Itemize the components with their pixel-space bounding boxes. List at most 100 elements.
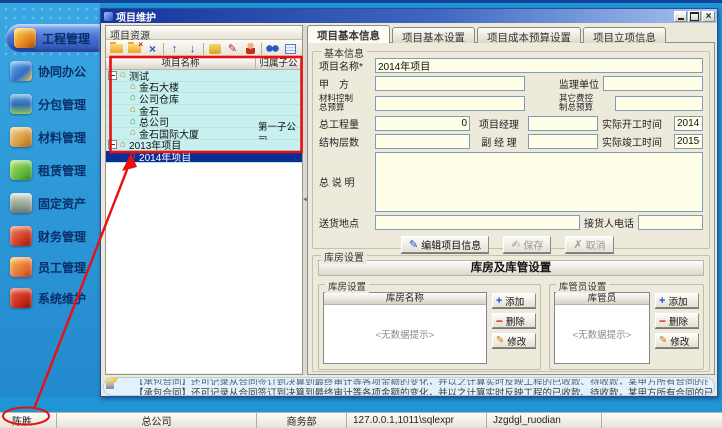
description-field[interactable] <box>375 152 703 212</box>
staff-icon <box>10 257 32 277</box>
delivery-place-field[interactable] <box>375 215 580 230</box>
no-data-text: <无数据提示> <box>555 305 649 363</box>
other-budget-field[interactable] <box>615 96 703 111</box>
user-icon[interactable] <box>243 42 258 56</box>
cut-folder-icon[interactable] <box>127 42 142 56</box>
supervisor-field[interactable] <box>603 76 703 91</box>
view-icon[interactable] <box>283 42 298 56</box>
cancel-x-icon: ✗ <box>573 238 582 251</box>
actual-end-field[interactable] <box>674 134 703 149</box>
keeper-add-button[interactable]: +添加 <box>655 293 699 308</box>
description-label: 总 说 明 <box>319 174 371 189</box>
total-quantity-field[interactable] <box>375 116 470 131</box>
warehouse-group: 库房设置 库房及库管设置 库房设置 库房名称 <无数据提示> +添加 <box>312 255 710 372</box>
group-title: 基本信息 <box>321 45 367 60</box>
party-a-label: 甲 方 <box>319 76 371 91</box>
project-name-label: 项目名称* <box>319 58 371 73</box>
sidebar-item-lease[interactable]: 租赁管理 <box>0 156 100 184</box>
collapse-icon[interactable] <box>108 140 117 149</box>
structure-floors-field[interactable] <box>375 134 470 149</box>
minimize-button[interactable] <box>674 11 687 22</box>
panel-header: 项目资源 <box>106 26 302 40</box>
find-icon[interactable] <box>265 42 280 56</box>
sidebar-item-material[interactable]: 材料管理 <box>0 123 100 151</box>
toolbar-separator <box>261 43 262 55</box>
project-maintenance-dialog: 项目维护 项目资源 × ↑ ↓ ✎ <box>100 8 718 397</box>
deputy-manager-field[interactable] <box>528 134 598 149</box>
material-icon <box>10 127 32 147</box>
close-button[interactable] <box>702 11 715 22</box>
tree-row[interactable]: ⌂ 金石 <box>106 105 302 117</box>
tip-line: 【承包合同】还可记录从合同签订到决算到最终审计等各项金额的变化，并以之计算实时反… <box>134 385 708 396</box>
warehouse-table[interactable]: 库房名称 <无数据提示> <box>323 292 487 364</box>
edit-pen-icon[interactable]: ✎ <box>225 42 240 56</box>
keeper-column-header: 库管员 <box>555 293 649 305</box>
receiver-phone-field[interactable] <box>638 215 703 230</box>
keeper-delete-button[interactable]: −删除 <box>655 313 699 328</box>
edit-project-button[interactable]: ✎ 编辑项目信息 <box>401 236 489 253</box>
cancel-button[interactable]: ✗ 取消 <box>565 236 613 253</box>
dialog-titlebar[interactable]: 项目维护 <box>101 9 717 23</box>
structure-floors-label: 结构层数 <box>319 134 371 149</box>
keeper-settings-group: 库管员设置 库管员 <无数据提示> +添加 − <box>549 284 704 370</box>
warehouse-settings-group: 库房设置 库房名称 <无数据提示> +添加 − <box>318 284 541 370</box>
tree-row[interactable]: ⌂ 公司仓库 <box>106 93 302 105</box>
lease-icon <box>10 160 32 180</box>
tab-basic-info[interactable]: 项目基本信息 <box>307 25 390 43</box>
edit-pen-icon: ✎ <box>409 238 418 251</box>
sidebar-item-label: 材料管理 <box>38 129 86 146</box>
project-name-field[interactable] <box>375 58 703 73</box>
sidebar-item-system[interactable]: 系统维护 <box>0 284 100 312</box>
warehouse-delete-button[interactable]: −删除 <box>492 313 536 328</box>
tree-row-selected[interactable]: ⌂ 2014年项目 <box>106 151 302 163</box>
tree-row[interactable]: ⌂ 测试 <box>106 70 302 82</box>
sidebar-item-subcontract[interactable]: 分包管理 <box>0 90 100 118</box>
sidebar-item-engineering[interactable]: 工程管理 <box>6 24 100 52</box>
open-folder-icon[interactable] <box>109 42 124 56</box>
sidebar-item-staff[interactable]: 员工管理 <box>0 253 100 281</box>
keeper-table[interactable]: 库管员 <无数据提示> <box>554 292 650 364</box>
sidebar-item-asset[interactable]: 固定资产 <box>0 189 100 217</box>
house-icon: ⌂ <box>130 82 136 92</box>
warehouse-add-button[interactable]: +添加 <box>492 293 536 308</box>
material-budget-field[interactable] <box>375 96 525 111</box>
actual-start-field[interactable] <box>674 116 703 131</box>
collapse-icon[interactable] <box>108 71 117 80</box>
assign-icon[interactable] <box>207 42 222 56</box>
move-up-icon[interactable]: ↑ <box>167 42 182 56</box>
status-filler <box>602 413 722 428</box>
warehouse-group-title: 库房设置 <box>321 249 367 264</box>
sidebar-item-label: 工程管理 <box>42 30 90 47</box>
app-window: 工程管理 协同办公 分包管理 材料管理 租赁管理 固定资产 财务管理 员工管理 <box>0 0 722 428</box>
engineering-icon <box>14 28 36 48</box>
dialog-title: 项目维护 <box>116 9 673 24</box>
sidebar-item-office[interactable]: 协同办公 <box>0 57 100 85</box>
tree-row[interactable]: ⌂ 金石大楼 <box>106 82 302 94</box>
status-user: 陈胜 <box>0 413 57 428</box>
save-button[interactable]: ✍ 保存 <box>503 236 551 253</box>
tree-row[interactable]: ⌂ 2013年项目 <box>106 140 302 152</box>
delete-icon[interactable]: × <box>145 42 160 56</box>
house-icon: ⌂ <box>130 117 136 127</box>
total-quantity-label: 总工程量 <box>319 116 371 131</box>
tab-cost-budget[interactable]: 项目成本预算设置 <box>477 27 581 43</box>
tab-basic-settings[interactable]: 项目基本设置 <box>392 27 475 43</box>
maximize-button[interactable] <box>688 11 701 22</box>
delivery-place-label: 送货地点 <box>319 215 371 230</box>
column-company[interactable]: 归属子公司 <box>256 58 302 69</box>
sidebar-item-finance[interactable]: 财务管理 <box>0 222 100 250</box>
move-down-icon[interactable]: ↓ <box>185 42 200 56</box>
house-icon: ⌂ <box>130 105 136 115</box>
project-tree: ⌂ 测试 ⌂ 金石大楼 ⌂ 公司仓库 ⌂ 金石 <box>106 70 302 373</box>
status-server: 127.0.0.1,1011\sqlexpr <box>347 413 487 428</box>
party-a-field[interactable] <box>375 76 525 91</box>
warehouse-column-header: 库房名称 <box>324 293 486 305</box>
minus-icon: − <box>496 314 503 328</box>
actual-start-label: 实际开工时间 <box>602 116 670 131</box>
tab-approval-info[interactable]: 项目立项信息 <box>583 27 666 43</box>
project-manager-field[interactable] <box>528 116 598 131</box>
keeper-modify-button[interactable]: ✎修改 <box>655 333 699 348</box>
warehouse-modify-button[interactable]: ✎修改 <box>492 333 536 348</box>
column-project-name[interactable]: 项目名称 <box>106 58 256 69</box>
material-budget-label: 材料控制总预算 <box>319 94 371 113</box>
